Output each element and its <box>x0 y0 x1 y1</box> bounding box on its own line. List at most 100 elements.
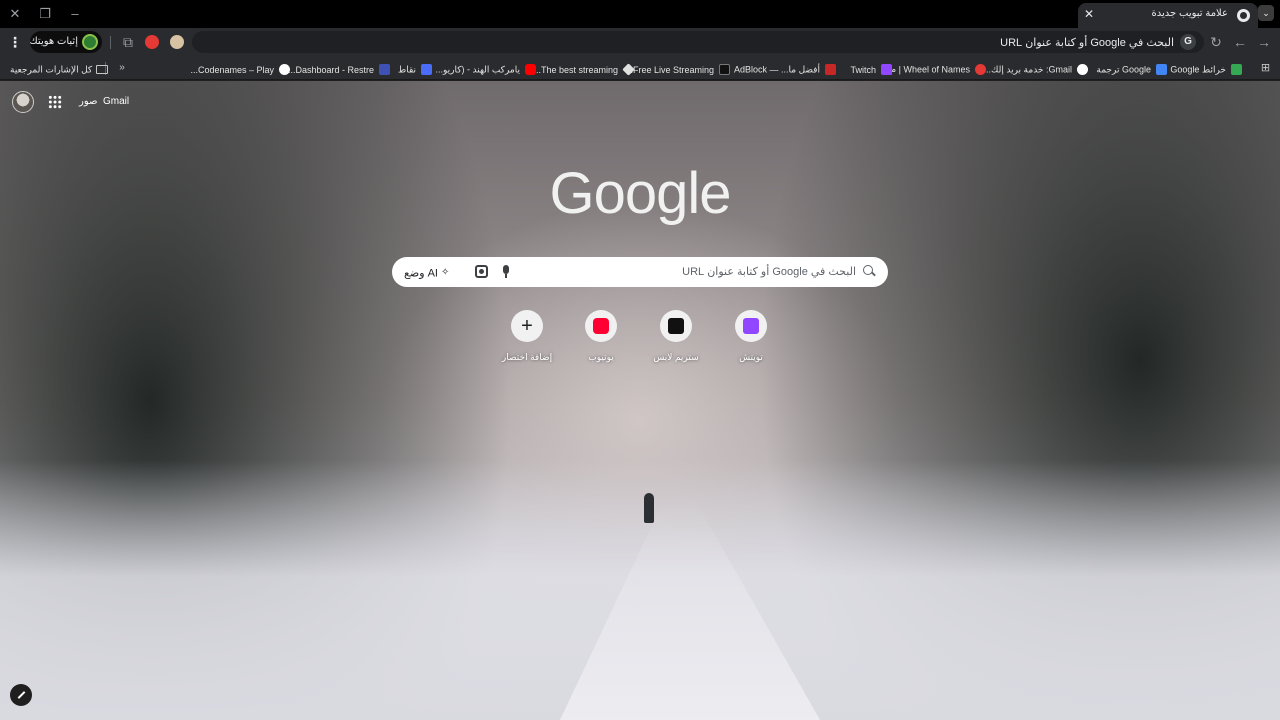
sparkle-icon: ✧ <box>440 267 450 279</box>
bookmark-item[interactable]: خرائط Google <box>1170 61 1242 76</box>
forward-button[interactable]: ← <box>1232 34 1248 50</box>
bookmark-label: Wheel of Names | م... <box>883 64 970 75</box>
shortcuts-row: تويتش ستريم لابس يوتيوب + إضافة اختصار <box>0 309 1280 369</box>
profile-button[interactable]: إثبات هويتك <box>30 31 102 53</box>
bookmark-label: Gmail: خدمة بريد إلك... <box>983 64 1072 75</box>
plus-icon: + <box>521 315 533 337</box>
ai-mode-label: وضع AI <box>404 267 438 280</box>
chrome-icon <box>1237 9 1250 22</box>
google-apps-icon[interactable] <box>48 95 62 109</box>
add-shortcut-button[interactable]: + إضافة اختصار <box>494 309 560 367</box>
shortcut-tile <box>735 310 767 342</box>
search-placeholder: البحث في Google أو كتابة عنوان URL <box>682 266 856 278</box>
new-tab-page: صور Gmail Google البحث في Google أو كتاب… <box>0 81 1280 720</box>
bookmark-item[interactable]: Google ترجمة <box>1096 61 1167 76</box>
all-bookmarks-button[interactable]: كل الإشارات المرجعية <box>10 61 109 76</box>
search-icon <box>862 264 876 278</box>
bookmark-favicon <box>881 64 892 76</box>
shortcut-tile <box>660 310 692 342</box>
customize-chrome-pencil-icon[interactable] <box>10 684 32 706</box>
back-button[interactable]: → <box>1256 34 1272 50</box>
extensions-button[interactable]: ⧉ <box>120 34 136 50</box>
microphone-icon[interactable] <box>502 265 510 278</box>
bookmark-favicon <box>379 64 390 76</box>
bookmark-item[interactable]: The best streaming... <box>533 61 635 76</box>
folder-icon <box>96 65 109 75</box>
bookmark-label: نقاط <box>397 64 416 75</box>
more-bookmarks-icon[interactable]: » <box>116 61 128 75</box>
bookmark-label: أفضل ما... — AdBlock <box>733 64 820 75</box>
bookmark-favicon <box>421 64 432 76</box>
bookmark-favicon <box>525 64 536 76</box>
bookmark-item[interactable]: Codenames – Play... <box>190 61 290 76</box>
close-tab-icon[interactable]: ✕ <box>1084 7 1094 21</box>
images-link[interactable]: صور <box>79 96 98 107</box>
tab-title: علامة تبويب جديدة <box>1151 8 1228 19</box>
shortcut-streamlabs[interactable]: ستريم لابس <box>643 309 709 367</box>
all-bookmarks-label: كل الإشارات المرجعية <box>10 64 93 75</box>
shortcut-tile: + <box>511 310 543 342</box>
tab-new-tab[interactable]: علامة تبويب جديدة ✕ <box>1078 3 1258 28</box>
bookmark-item[interactable]: Twitch <box>850 61 892 76</box>
bookmark-label: خرائط Google <box>1170 64 1226 75</box>
restore-window-button[interactable]: ❐ <box>36 5 54 23</box>
minimize-window-button[interactable]: – <box>66 5 84 23</box>
bookmark-favicon <box>975 64 986 76</box>
shortcut-label: يوتيوب <box>588 352 614 362</box>
twitch-icon <box>743 318 759 334</box>
address-bar-text: البحث في Google أو كتابة عنوان URL <box>1000 37 1174 49</box>
apps-icon[interactable]: ⊞ <box>1259 62 1272 75</box>
reload-button[interactable]: ↻ <box>1208 34 1224 50</box>
gmail-link[interactable]: Gmail <box>103 96 129 107</box>
shortcut-label: تويتش <box>739 352 763 362</box>
bookmark-label: Google ترجمة <box>1096 64 1151 75</box>
bookmarks-bar: ⊞ خرائط Google Google ترجمة Gmail: خدمة … <box>0 57 1280 80</box>
bookmark-favicon <box>1156 64 1167 76</box>
google-icon: G <box>1180 34 1196 50</box>
menu-icon[interactable]: ⋮ <box>8 34 22 50</box>
bookmark-item[interactable]: Dashboard - Restre... <box>288 61 390 76</box>
google-logo: Google <box>549 161 731 226</box>
bookmark-label: Free Live Streaming... <box>625 64 714 75</box>
bookmark-item[interactable]: Gmail: خدمة بريد إلك... <box>984 61 1088 76</box>
toolbar: → ← ↻ G البحث في Google أو كتابة عنوان U… <box>0 28 1280 57</box>
bookmark-label: The best streaming... <box>533 64 618 75</box>
bookmark-item[interactable]: يامركب الهند - (كاريو... <box>435 61 536 76</box>
google-lens-icon[interactable] <box>475 265 488 278</box>
bookmark-favicon <box>1077 64 1088 76</box>
toolbar-divider <box>110 36 111 49</box>
extension-owl-icon[interactable] <box>170 35 184 49</box>
bookmark-item[interactable]: Wheel of Names | م... <box>883 61 986 76</box>
shortcut-label: إضافة اختصار <box>501 352 553 362</box>
bookmark-item[interactable]: Free Live Streaming... <box>625 61 730 76</box>
bookmark-item[interactable]: نقاط <box>398 61 432 76</box>
bookmark-item[interactable]: أفضل ما... — AdBlock <box>734 61 836 76</box>
address-bar[interactable]: G البحث في Google أو كتابة عنوان URL <box>192 31 1204 53</box>
youtube-icon <box>593 318 609 334</box>
streamlabs-icon <box>668 318 684 334</box>
account-avatar[interactable] <box>12 91 34 113</box>
tab-strip: ✕ ❐ – + علامة تبويب جديدة ✕ ⌄ <box>0 0 1280 28</box>
bookmark-favicon <box>622 63 635 76</box>
ai-mode-button[interactable]: وضع AI ✧ <box>404 264 449 280</box>
bookmark-favicon <box>1231 64 1242 76</box>
shortcut-youtube[interactable]: يوتيوب <box>568 309 634 367</box>
bookmark-favicon <box>719 64 730 76</box>
shortcut-label: ستريم لابس <box>653 352 699 362</box>
ntp-search-box[interactable]: البحث في Google أو كتابة عنوان URL وضع A… <box>392 257 888 287</box>
bookmark-favicon <box>825 64 836 76</box>
bookmark-label: Twitch <box>850 64 876 75</box>
shortcut-tile <box>585 310 617 342</box>
extension-shield-icon[interactable] <box>145 35 159 49</box>
bookmark-favicon <box>279 64 290 76</box>
shortcut-twitch[interactable]: تويتش <box>718 309 784 367</box>
bookmark-label: Codenames – Play... <box>190 64 274 75</box>
profile-label: إثبات هويتك <box>29 36 79 47</box>
bookmark-label: يامركب الهند - (كاريو... <box>435 64 520 75</box>
tab-search-button[interactable]: ⌄ <box>1258 5 1274 21</box>
close-window-button[interactable]: ✕ <box>6 5 24 23</box>
bookmark-label: Dashboard - Restre... <box>287 64 374 75</box>
ntp-header: صور Gmail <box>0 81 1280 121</box>
profile-avatar-icon <box>82 34 98 50</box>
background-hiker <box>644 493 654 523</box>
